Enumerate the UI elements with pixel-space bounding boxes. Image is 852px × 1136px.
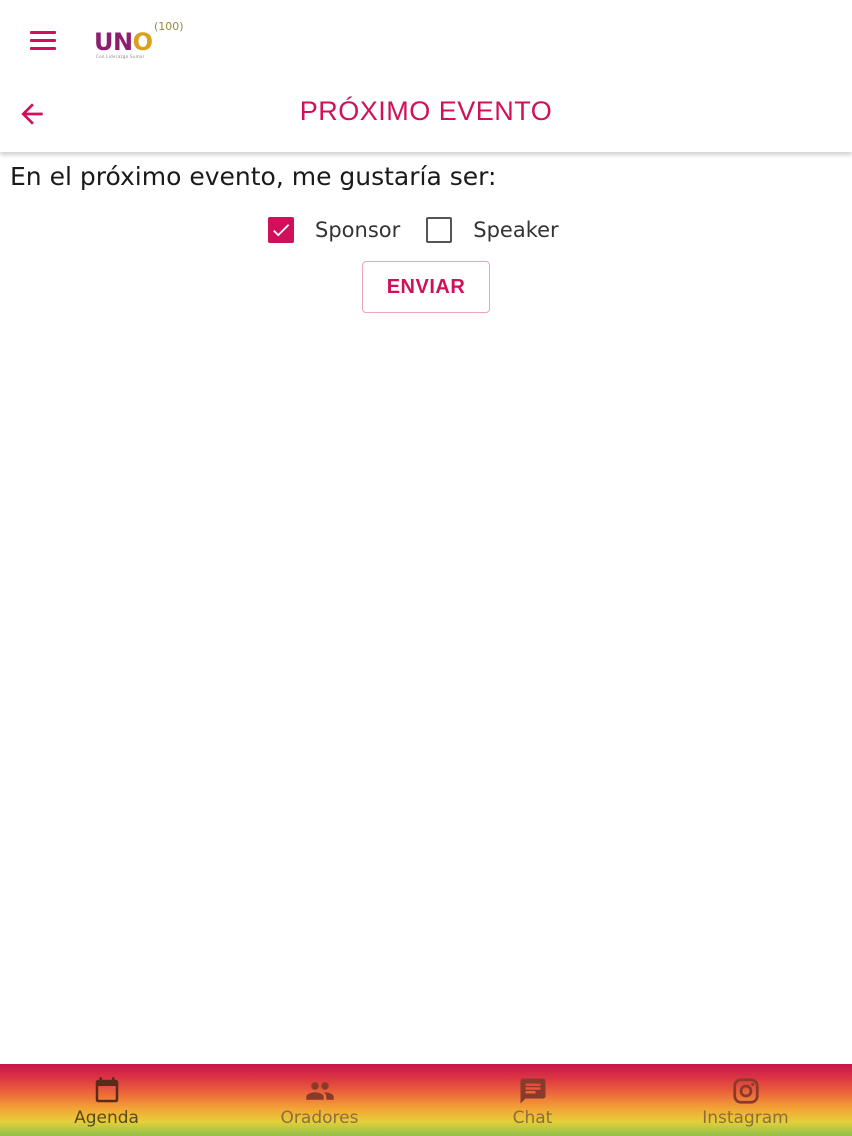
question-text: En el próximo evento, me gustaría ser: bbox=[10, 162, 497, 191]
sponsor-label: Sponsor bbox=[315, 218, 401, 242]
title-bar: PRÓXIMO EVENTO bbox=[0, 80, 852, 152]
nav-label-oradores: Oradores bbox=[280, 1108, 359, 1128]
nav-label-instagram: Instagram bbox=[702, 1108, 789, 1128]
nav-label-agenda: Agenda bbox=[74, 1108, 139, 1128]
people-icon bbox=[305, 1076, 335, 1106]
speaker-checkbox[interactable] bbox=[426, 217, 453, 243]
checkmark-icon bbox=[273, 224, 290, 237]
chat-icon bbox=[518, 1076, 548, 1106]
page-title: PRÓXIMO EVENTO bbox=[299, 96, 553, 126]
nav-item-instagram[interactable]: Instagram bbox=[639, 1064, 852, 1136]
instagram-icon bbox=[731, 1076, 761, 1106]
logo-wordmark: UNO bbox=[94, 28, 153, 56]
role-options: Sponsor Speaker bbox=[268, 214, 559, 246]
option-speaker[interactable]: Speaker bbox=[426, 217, 559, 243]
bottom-nav: Agenda Oradores Chat Instagram bbox=[0, 1064, 852, 1136]
app-bar: UNO (100) Con Liderazgo Sumar bbox=[0, 0, 852, 80]
logo-tagline: Con Liderazgo Sumar bbox=[96, 54, 145, 59]
nav-item-chat[interactable]: Chat bbox=[426, 1064, 639, 1136]
nav-label-chat: Chat bbox=[512, 1108, 553, 1128]
menu-icon[interactable] bbox=[30, 26, 66, 54]
calendar-icon bbox=[92, 1076, 122, 1106]
option-sponsor[interactable]: Sponsor bbox=[268, 217, 400, 243]
nav-item-agenda[interactable]: Agenda bbox=[0, 1064, 213, 1136]
logo-superscript: (100) bbox=[154, 20, 184, 33]
app-logo: UNO (100) Con Liderazgo Sumar bbox=[92, 18, 192, 60]
sponsor-checkbox[interactable] bbox=[268, 217, 294, 243]
nav-item-oradores[interactable]: Oradores bbox=[213, 1064, 426, 1136]
send-button[interactable]: ENVIAR bbox=[362, 261, 490, 313]
speaker-label: Speaker bbox=[473, 218, 559, 242]
